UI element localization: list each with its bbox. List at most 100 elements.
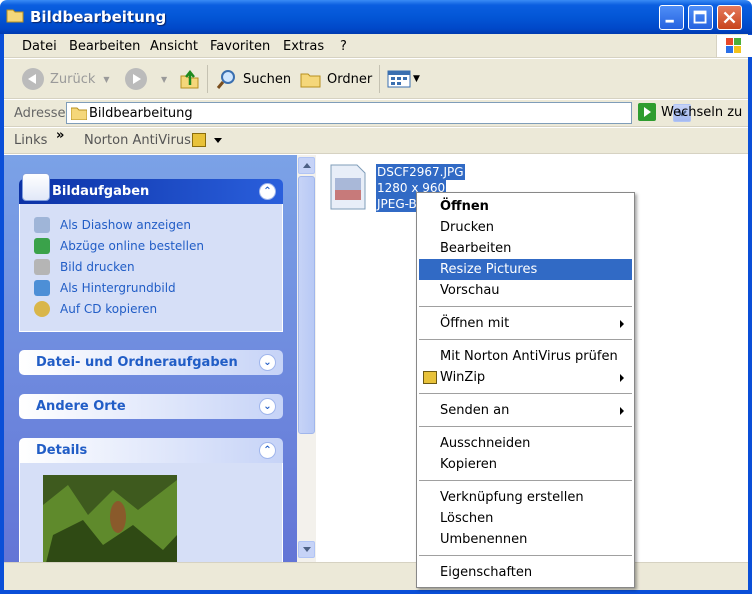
scroll-down-button[interactable] (298, 541, 315, 558)
menu-item-copy[interactable]: Kopieren (419, 454, 632, 475)
toolbar: Zurück ▼ ▼ Suchen Ordner ▼ (4, 59, 748, 99)
up-folder-button[interactable] (179, 67, 201, 91)
menu-item-create-shortcut[interactable]: Verknüpfung erstellen (419, 487, 632, 508)
other-places-panel: Andere Orte ⌄ (19, 394, 283, 419)
search-button[interactable]: Suchen (215, 67, 291, 91)
close-icon (723, 11, 736, 24)
scroll-up-button[interactable] (298, 157, 315, 174)
menu-datei[interactable]: Datei (22, 39, 57, 54)
chevron-down-icon: ▼ (413, 74, 420, 84)
menu-separator (419, 426, 632, 427)
menu-favoriten[interactable]: Favoriten (210, 39, 270, 54)
toolbar-separator (207, 65, 208, 93)
forward-button[interactable]: ▼ (125, 67, 167, 91)
maximize-icon (693, 10, 707, 24)
scroll-thumb[interactable] (298, 176, 315, 434)
task-wallpaper[interactable]: Als Hintergrundbild (34, 280, 176, 296)
file-type: JPEG-B (376, 196, 418, 212)
menu-item-norton-scan[interactable]: Mit Norton AntiVirus prüfen (419, 346, 632, 367)
task-order-prints[interactable]: Abzüge online bestellen (34, 238, 204, 254)
expand-icon[interactable]: ⌄ (259, 354, 276, 371)
views-button[interactable]: ▼ (387, 67, 420, 91)
windows-logo (716, 35, 752, 57)
other-places-header[interactable]: Andere Orte ⌄ (19, 394, 283, 419)
menu-item-rename[interactable]: Umbenennen (419, 529, 632, 550)
toolbar-separator (379, 65, 380, 93)
title-bar[interactable]: Bildbearbeitung (0, 0, 752, 34)
go-label: Wechseln zu (661, 104, 743, 120)
go-arrow-icon (638, 103, 656, 121)
slideshow-icon (34, 217, 50, 233)
collapse-icon[interactable]: ⌃ (259, 183, 276, 200)
printer-icon (34, 259, 50, 275)
menu-bearbeiten[interactable]: Bearbeiten (69, 39, 140, 54)
menu-item-open-with[interactable]: Öffnen mit (419, 313, 632, 334)
watermark-icon (626, 435, 736, 545)
maximize-button[interactable] (688, 5, 713, 30)
details-header[interactable]: Details ⌃ (19, 438, 283, 463)
menu-item-winzip[interactable]: WinZip (419, 367, 632, 388)
collapse-icon[interactable]: ⌃ (259, 442, 276, 459)
links-label[interactable]: Links (14, 133, 47, 148)
task-wallpaper-label: Als Hintergrundbild (60, 281, 176, 295)
menu-bar: Datei Bearbeiten Ansicht Favoriten Extra… (4, 34, 752, 58)
file-item[interactable] (330, 164, 366, 210)
image-preview (43, 475, 177, 562)
go-button[interactable]: Wechseln zu (638, 103, 742, 121)
task-pane-scrollbar[interactable] (297, 155, 316, 562)
menu-item-open[interactable]: Öffnen (419, 196, 632, 217)
file-tasks-header[interactable]: Datei- und Ordneraufgaben ⌄ (19, 350, 283, 375)
menu-item-winzip-label: WinZip (440, 370, 486, 385)
folder-icon (6, 9, 24, 23)
windows-flag-icon (726, 38, 741, 53)
menu-item-send-to-label: Senden an (440, 403, 510, 418)
minimize-icon (665, 19, 674, 23)
task-slideshow[interactable]: Als Diashow anzeigen (34, 217, 191, 233)
address-input[interactable]: Bildbearbeitung (66, 102, 691, 124)
menu-item-preview[interactable]: Vorschau (419, 280, 632, 301)
folders-button[interactable]: Ordner (300, 67, 372, 91)
picture-tasks-panel: Bildaufgaben ⌃ Als Diashow anzeigen Abzü… (19, 173, 283, 332)
jpeg-file-icon (330, 164, 366, 210)
back-button[interactable]: Zurück ▼ (22, 67, 110, 91)
menu-help[interactable]: ? (340, 39, 347, 54)
back-label: Zurück (50, 71, 96, 87)
menu-separator (419, 339, 632, 340)
close-button[interactable] (717, 5, 742, 30)
window-title: Bildbearbeitung (30, 8, 167, 26)
submenu-arrow-icon (620, 320, 624, 328)
details-title: Details (36, 443, 88, 458)
status-bar (4, 562, 748, 590)
context-menu: Öffnen Drucken Bearbeiten Resize Picture… (416, 192, 635, 588)
menu-separator (419, 480, 632, 481)
address-label: Adresse (14, 106, 66, 121)
picture-tasks-body: Als Diashow anzeigen Abzüge online beste… (19, 204, 283, 332)
menu-item-resize-pictures[interactable]: Resize Pictures (419, 259, 632, 280)
task-burn-cd[interactable]: Auf CD kopieren (34, 301, 157, 317)
task-slideshow-label: Als Diashow anzeigen (60, 218, 191, 232)
folders-icon (300, 73, 321, 88)
expand-icon[interactable]: ⌄ (259, 398, 276, 415)
menu-item-open-with-label: Öffnen mit (440, 316, 510, 331)
menu-ansicht[interactable]: Ansicht (150, 39, 198, 54)
chevron-down-icon[interactable] (214, 138, 222, 143)
norton-icon[interactable] (192, 133, 206, 147)
links-chevron[interactable]: » (56, 128, 64, 143)
picture-tasks-header[interactable]: Bildaufgaben ⌃ (19, 173, 283, 204)
menu-item-delete[interactable]: Löschen (419, 508, 632, 529)
menu-extras[interactable]: Extras (283, 39, 324, 54)
menu-item-print[interactable]: Drucken (419, 217, 632, 238)
menu-item-send-to[interactable]: Senden an (419, 400, 632, 421)
menu-item-edit[interactable]: Bearbeiten (419, 238, 632, 259)
menu-item-cut[interactable]: Ausschneiden (419, 433, 632, 454)
order-prints-icon (34, 238, 50, 254)
minimize-button[interactable] (659, 5, 684, 30)
picture-tasks-icon (22, 173, 50, 201)
window-frame-right (748, 34, 752, 594)
task-pane: Bildaufgaben ⌃ Als Diashow anzeigen Abzü… (4, 155, 297, 562)
folder-up-icon (180, 69, 199, 89)
task-print[interactable]: Bild drucken (34, 259, 135, 275)
picture-tasks-title: Bildaufgaben (52, 184, 150, 199)
submenu-arrow-icon (620, 374, 624, 382)
menu-item-properties[interactable]: Eigenschaften (419, 562, 632, 583)
